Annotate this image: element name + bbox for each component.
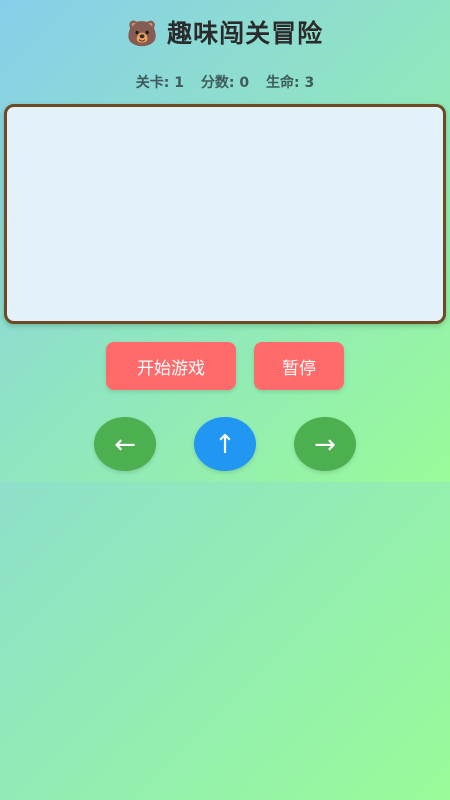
game-container: 🐻 趣味闯关冒险 关卡: 1 分数: 0 生命: 3 开始游戏 暂停 ← ↑ → bbox=[0, 0, 450, 482]
level-stat: 关卡: 1 bbox=[136, 75, 184, 91]
pause-button[interactable]: 暂停 bbox=[254, 342, 344, 390]
arrow-left-icon[interactable]: ← bbox=[94, 417, 156, 471]
score-label: 分数: bbox=[200, 75, 235, 91]
lives-value: 3 bbox=[304, 75, 315, 91]
status-bar: 关卡: 1 分数: 0 生命: 3 bbox=[0, 72, 450, 92]
level-label: 关卡: bbox=[135, 75, 170, 91]
arrow-up-icon[interactable]: ↑ bbox=[194, 417, 256, 471]
score-value: 0 bbox=[239, 75, 250, 91]
score-stat: 分数: 0 bbox=[201, 75, 249, 91]
lives-label: 生命: bbox=[265, 75, 300, 91]
arrow-right-icon[interactable]: → bbox=[294, 417, 356, 471]
level-value: 1 bbox=[174, 75, 184, 91]
lives-stat: 生命: 3 bbox=[266, 75, 314, 91]
page-title: 🐻 趣味闯关冒险 bbox=[0, 14, 450, 50]
game-canvas[interactable] bbox=[4, 104, 446, 324]
bear-face-icon: 🐻 bbox=[126, 19, 160, 48]
start-game-button[interactable]: 开始游戏 bbox=[106, 342, 236, 390]
title-text: 趣味闯关冒险 bbox=[167, 19, 324, 48]
